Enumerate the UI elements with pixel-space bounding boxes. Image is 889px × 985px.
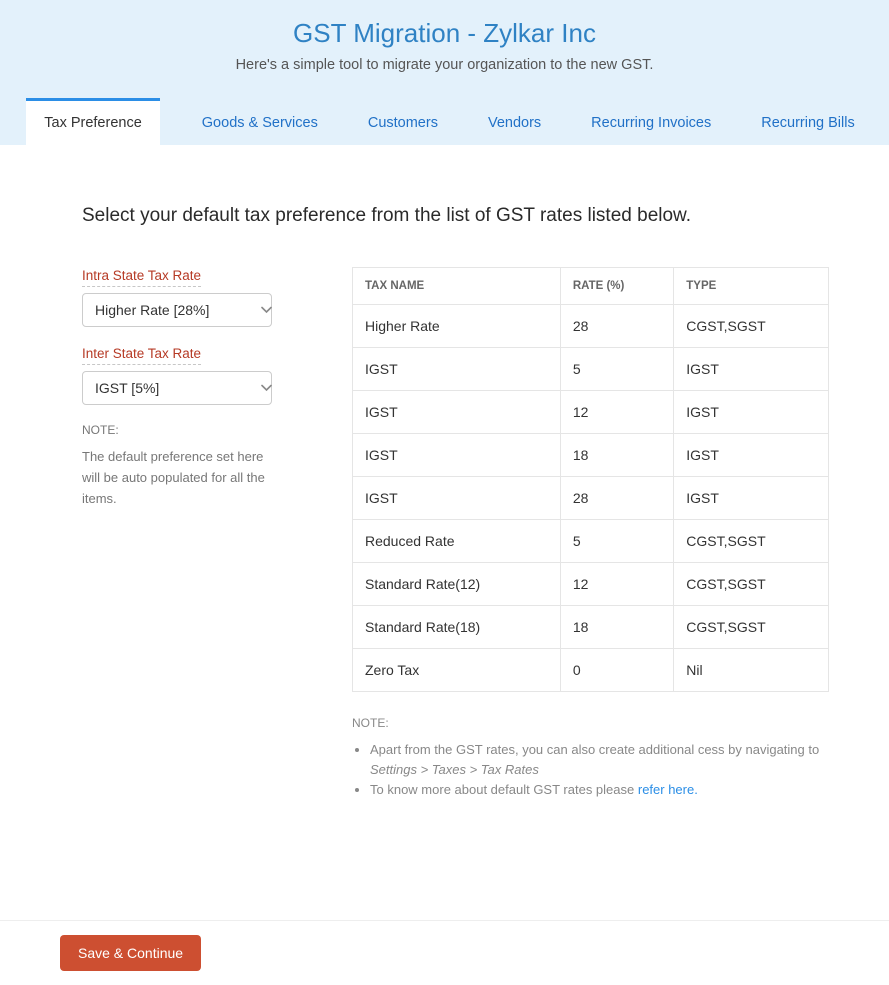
- table-row: Higher Rate28CGST,SGST: [353, 305, 829, 348]
- tab-tax-preference[interactable]: Tax Preference: [26, 98, 160, 145]
- footer-bar: Save & Continue: [0, 920, 889, 985]
- note-bullet-2-text: To know more about default GST rates ple…: [370, 782, 638, 797]
- table-cell-name: IGST: [353, 348, 561, 391]
- tax-rates-table: TAX NAME RATE (%) TYPE Higher Rate28CGST…: [352, 267, 829, 692]
- table-cell-name: Zero Tax: [353, 649, 561, 692]
- tab-recurring-invoices[interactable]: Recurring Invoices: [583, 98, 719, 145]
- table-cell-rate: 28: [560, 305, 673, 348]
- table-header-name: TAX NAME: [353, 268, 561, 305]
- left-note-label: NOTE:: [82, 423, 282, 437]
- refer-here-link[interactable]: refer here.: [638, 782, 698, 797]
- save-continue-button[interactable]: Save & Continue: [60, 935, 201, 971]
- note-bullet-1-path: Settings > Taxes > Tax Rates: [370, 762, 539, 777]
- intra-state-select[interactable]: Higher Rate [28%]: [82, 293, 272, 327]
- table-cell-name: Reduced Rate: [353, 520, 561, 563]
- table-cell-rate: 12: [560, 391, 673, 434]
- table-cell-rate: 18: [560, 606, 673, 649]
- note-bullet-1-text: Apart from the GST rates, you can also c…: [370, 742, 819, 757]
- main-content: Select your default tax preference from …: [0, 145, 889, 820]
- table-row: IGST12IGST: [353, 391, 829, 434]
- tab-recurring-bills[interactable]: Recurring Bills: [753, 98, 862, 145]
- section-heading: Select your default tax preference from …: [82, 205, 829, 227]
- tab-goods-services[interactable]: Goods & Services: [194, 98, 326, 145]
- left-column: Intra State Tax Rate Higher Rate [28%] I…: [82, 267, 282, 509]
- page-title: GST Migration - Zylkar Inc: [0, 18, 889, 49]
- table-row: Standard Rate(12)12CGST,SGST: [353, 563, 829, 606]
- table-cell-name: Standard Rate(12): [353, 563, 561, 606]
- table-row: IGST28IGST: [353, 477, 829, 520]
- inter-state-select-wrap: IGST [5%]: [82, 371, 282, 405]
- table-cell-rate: 5: [560, 348, 673, 391]
- inter-state-select[interactable]: IGST [5%]: [82, 371, 272, 405]
- table-cell-name: IGST: [353, 391, 561, 434]
- table-row: IGST18IGST: [353, 434, 829, 477]
- table-cell-name: Standard Rate(18): [353, 606, 561, 649]
- table-cell-name: IGST: [353, 434, 561, 477]
- table-header-type: TYPE: [674, 268, 829, 305]
- table-cell-type: IGST: [674, 391, 829, 434]
- table-cell-name: IGST: [353, 477, 561, 520]
- table-cell-name: Higher Rate: [353, 305, 561, 348]
- table-row: IGST5IGST: [353, 348, 829, 391]
- table-cell-type: Nil: [674, 649, 829, 692]
- table-cell-rate: 0: [560, 649, 673, 692]
- page-subtitle: Here's a simple tool to migrate your org…: [0, 57, 889, 73]
- note-bullet-2: To know more about default GST rates ple…: [370, 780, 829, 800]
- table-cell-type: IGST: [674, 434, 829, 477]
- table-cell-type: CGST,SGST: [674, 563, 829, 606]
- inter-state-label: Inter State Tax Rate: [82, 346, 201, 365]
- table-row: Standard Rate(18)18CGST,SGST: [353, 606, 829, 649]
- note-bullet-1: Apart from the GST rates, you can also c…: [370, 740, 829, 780]
- table-cell-type: IGST: [674, 477, 829, 520]
- table-header-rate: RATE (%): [560, 268, 673, 305]
- tab-bar: Tax Preference Goods & Services Customer…: [0, 97, 889, 145]
- table-cell-type: CGST,SGST: [674, 305, 829, 348]
- table-cell-rate: 28: [560, 477, 673, 520]
- right-note-label: NOTE:: [352, 716, 829, 730]
- table-row: Reduced Rate5CGST,SGST: [353, 520, 829, 563]
- intra-state-select-wrap: Higher Rate [28%]: [82, 293, 282, 327]
- table-cell-rate: 5: [560, 520, 673, 563]
- table-cell-type: IGST: [674, 348, 829, 391]
- intra-state-label: Intra State Tax Rate: [82, 268, 201, 287]
- tab-customers[interactable]: Customers: [360, 98, 446, 145]
- tab-vendors[interactable]: Vendors: [480, 98, 549, 145]
- table-cell-type: CGST,SGST: [674, 606, 829, 649]
- right-note: NOTE: Apart from the GST rates, you can …: [352, 716, 829, 800]
- table-cell-rate: 12: [560, 563, 673, 606]
- right-column: TAX NAME RATE (%) TYPE Higher Rate28CGST…: [352, 267, 829, 800]
- table-cell-rate: 18: [560, 434, 673, 477]
- page-header: GST Migration - Zylkar Inc Here's a simp…: [0, 0, 889, 145]
- table-row: Zero Tax0Nil: [353, 649, 829, 692]
- table-cell-type: CGST,SGST: [674, 520, 829, 563]
- left-note-text: The default preference set here will be …: [82, 447, 282, 509]
